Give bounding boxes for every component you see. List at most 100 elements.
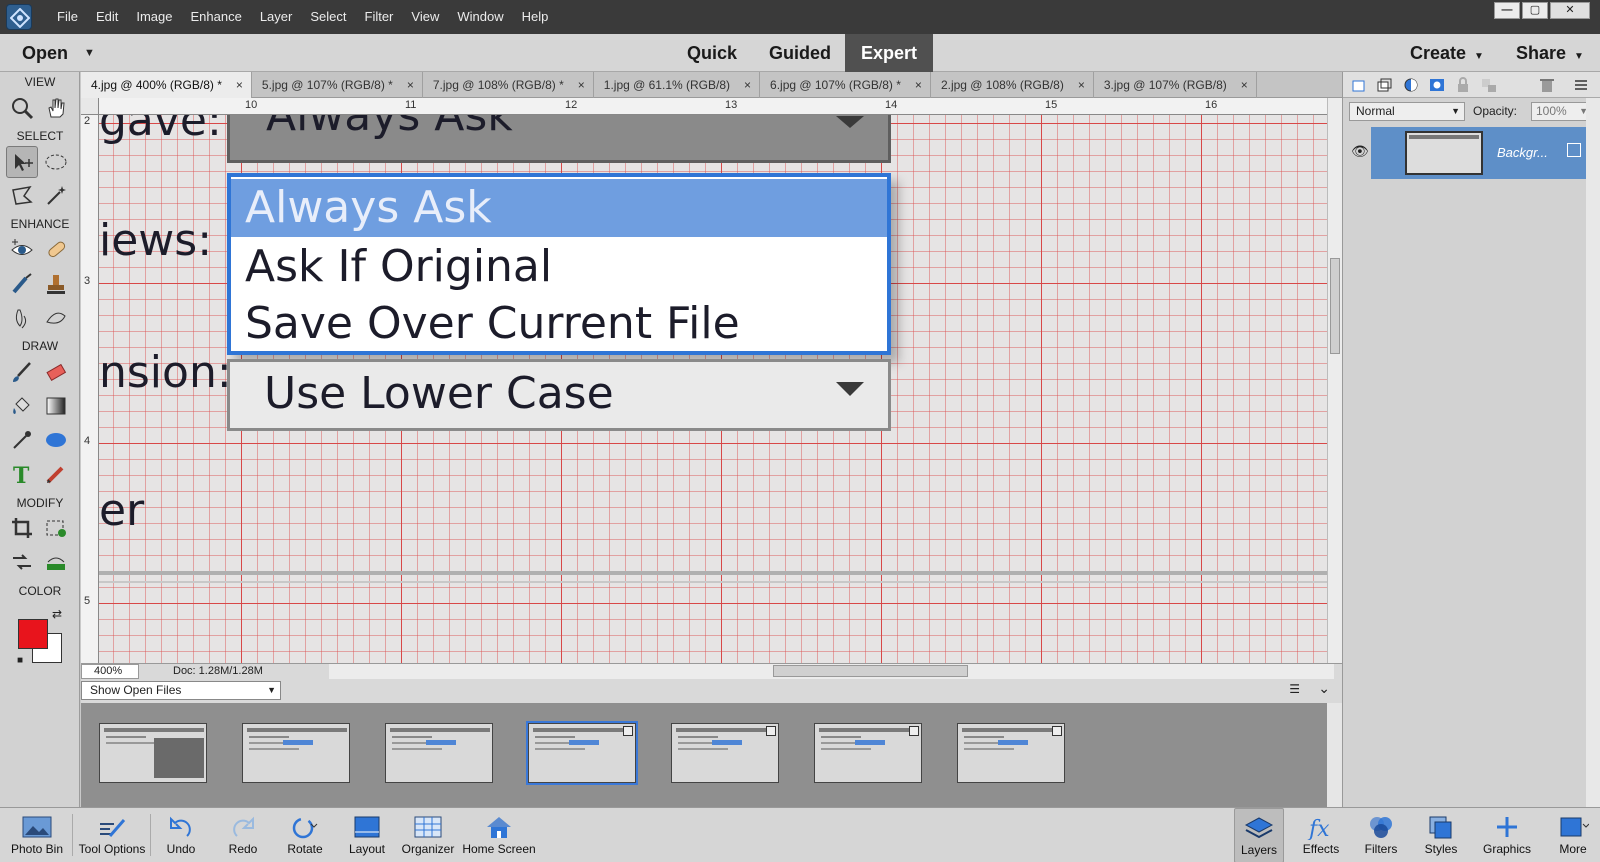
brush-tool-icon[interactable] [6, 356, 38, 388]
undo-button[interactable]: Undo [156, 808, 206, 862]
blend-mode-select[interactable]: Normal ▼ [1349, 102, 1465, 121]
share-button[interactable]: Share ▼ [1516, 34, 1584, 72]
filters-button[interactable]: Filters [1356, 808, 1406, 862]
recompose-tool-icon[interactable] [40, 512, 72, 544]
effects-button[interactable]: fx Effects [1296, 808, 1346, 862]
tool-options-button[interactable]: Tool Options [74, 808, 150, 862]
doc-tab[interactable]: 2.jpg @ 108% (RGB/8) × [931, 72, 1094, 98]
restore-button[interactable]: ▢ [1522, 2, 1548, 19]
styles-button[interactable]: Styles [1416, 808, 1466, 862]
eyedropper-icon[interactable] [6, 424, 38, 456]
doc-tab[interactable]: 1.jpg @ 61.1% (RGB/8) × [594, 72, 761, 98]
menu-window[interactable]: Window [448, 0, 512, 34]
organizer-button[interactable]: Organizer [398, 808, 458, 862]
menu-view[interactable]: View [402, 0, 448, 34]
eraser-tool-icon[interactable] [40, 356, 72, 388]
content-aware-move-icon[interactable] [6, 546, 38, 578]
swap-colors-icon[interactable]: ⇄ [52, 607, 62, 621]
bin-menu-icon[interactable]: ☰ [1289, 682, 1300, 696]
close-tab-icon[interactable]: × [407, 72, 414, 98]
rotate-button[interactable]: Rotate [280, 808, 330, 862]
menu-file[interactable]: File [48, 0, 87, 34]
lock-all-icon[interactable] [1455, 77, 1471, 93]
doc-tab[interactable]: 5.jpg @ 107% (RGB/8) * × [252, 72, 423, 98]
lock-transparency-icon[interactable] [1481, 77, 1497, 93]
spot-healing-icon[interactable] [40, 234, 72, 266]
canvas-horizontal-scrollbar[interactable] [329, 664, 1334, 679]
menu-edit[interactable]: Edit [87, 0, 127, 34]
photo-bin-thumbnail[interactable] [242, 723, 350, 783]
open-caret-icon[interactable]: ▼ [84, 34, 95, 72]
menu-filter[interactable]: Filter [356, 0, 403, 34]
foreground-color-swatch[interactable] [18, 619, 48, 649]
mode-guided-tab[interactable]: Guided [755, 34, 845, 72]
close-tab-icon[interactable]: × [1078, 72, 1085, 98]
mode-expert-tab[interactable]: Expert [845, 34, 933, 72]
document-canvas[interactable]: gave: iews: nsion: er Always Ask Always … [99, 115, 1327, 663]
more-button[interactable]: More [1548, 808, 1598, 862]
shape-tool-icon[interactable] [40, 424, 72, 456]
photo-bin-thumbnail[interactable] [671, 723, 779, 783]
photo-bin-button[interactable]: Photo Bin [4, 808, 70, 862]
app-logo-icon[interactable] [6, 4, 32, 30]
move-tool-icon[interactable] [6, 146, 38, 178]
marquee-tool-icon[interactable] [40, 146, 72, 178]
show-open-files-select[interactable]: Show Open Files ▼ [81, 681, 281, 700]
menu-select[interactable]: Select [301, 0, 355, 34]
smart-brush-icon[interactable] [6, 268, 38, 300]
doc-tab[interactable]: 6.jpg @ 107% (RGB/8) * × [760, 72, 931, 98]
create-button[interactable]: Create ▼ [1410, 34, 1484, 72]
sponge-tool-icon[interactable] [40, 302, 72, 334]
minimize-button[interactable]: — [1494, 2, 1520, 19]
open-button[interactable]: Open [22, 34, 68, 72]
close-tab-icon[interactable]: × [744, 72, 751, 98]
collapse-icon[interactable]: ⌄ [1318, 680, 1330, 697]
opacity-field[interactable]: 100% ▼ [1531, 102, 1593, 121]
close-tab-icon[interactable]: × [1241, 72, 1248, 98]
menu-image[interactable]: Image [127, 0, 181, 34]
new-layer-icon[interactable] [1351, 77, 1367, 93]
clone-stamp-icon[interactable] [40, 268, 72, 300]
gradient-tool-icon[interactable] [40, 390, 72, 422]
menu-enhance[interactable]: Enhance [182, 0, 251, 34]
photo-bin-thumbnail[interactable] [99, 723, 207, 783]
layout-button[interactable]: Layout [342, 808, 392, 862]
magic-wand-tool-icon[interactable] [40, 180, 72, 212]
zoom-tool-icon[interactable] [6, 92, 38, 124]
close-tab-icon[interactable]: × [578, 72, 585, 98]
doc-tab[interactable]: 7.jpg @ 108% (RGB/8) * × [423, 72, 594, 98]
blur-tool-icon[interactable] [6, 302, 38, 334]
layer-row-background[interactable]: ⛓ Backgr... [1371, 127, 1600, 179]
close-tab-icon[interactable]: × [236, 72, 243, 98]
layers-button[interactable]: Layers [1234, 808, 1284, 862]
home-screen-button[interactable]: Home Screen [460, 808, 538, 862]
redo-button[interactable]: Redo [218, 808, 268, 862]
type-tool-icon[interactable]: T [6, 458, 38, 490]
photo-bin-thumbnail[interactable] [385, 723, 493, 783]
layer-mask-icon[interactable] [1429, 77, 1445, 93]
hand-tool-icon[interactable] [40, 92, 72, 124]
straighten-tool-icon[interactable] [40, 546, 72, 578]
zoom-field[interactable]: 400% [81, 664, 139, 679]
panel-menu-icon[interactable] [1573, 77, 1589, 93]
doc-tab[interactable]: 3.jpg @ 107% (RGB/8) × [1094, 72, 1257, 98]
photo-bin-thumbnail[interactable] [957, 723, 1065, 783]
close-tab-icon[interactable]: × [915, 72, 922, 98]
graphics-button[interactable]: Graphics [1476, 808, 1538, 862]
adjustment-layer-icon[interactable] [1403, 77, 1419, 93]
photo-bin-thumbnail[interactable] [526, 721, 638, 785]
close-button[interactable]: ✕ [1550, 2, 1590, 19]
red-eye-tool-icon[interactable] [6, 234, 38, 266]
pencil-tool-icon[interactable] [40, 458, 72, 490]
reset-colors-icon[interactable]: ■ [17, 655, 23, 666]
layer-visibility-eye-icon[interactable]: 👁 [1351, 143, 1369, 160]
scrollbar-thumb[interactable] [773, 665, 968, 677]
delete-layer-icon[interactable] [1539, 77, 1555, 93]
scrollbar-thumb[interactable] [1330, 258, 1340, 354]
photo-bin-scrollbar[interactable] [1327, 703, 1342, 807]
mode-quick-tab[interactable]: Quick [672, 34, 752, 72]
layers-panel-scrollbar[interactable] [1586, 98, 1600, 807]
doc-tab[interactable]: 4.jpg @ 400% (RGB/8) * × [81, 72, 252, 98]
menu-layer[interactable]: Layer [251, 0, 302, 34]
menu-help[interactable]: Help [513, 0, 558, 34]
